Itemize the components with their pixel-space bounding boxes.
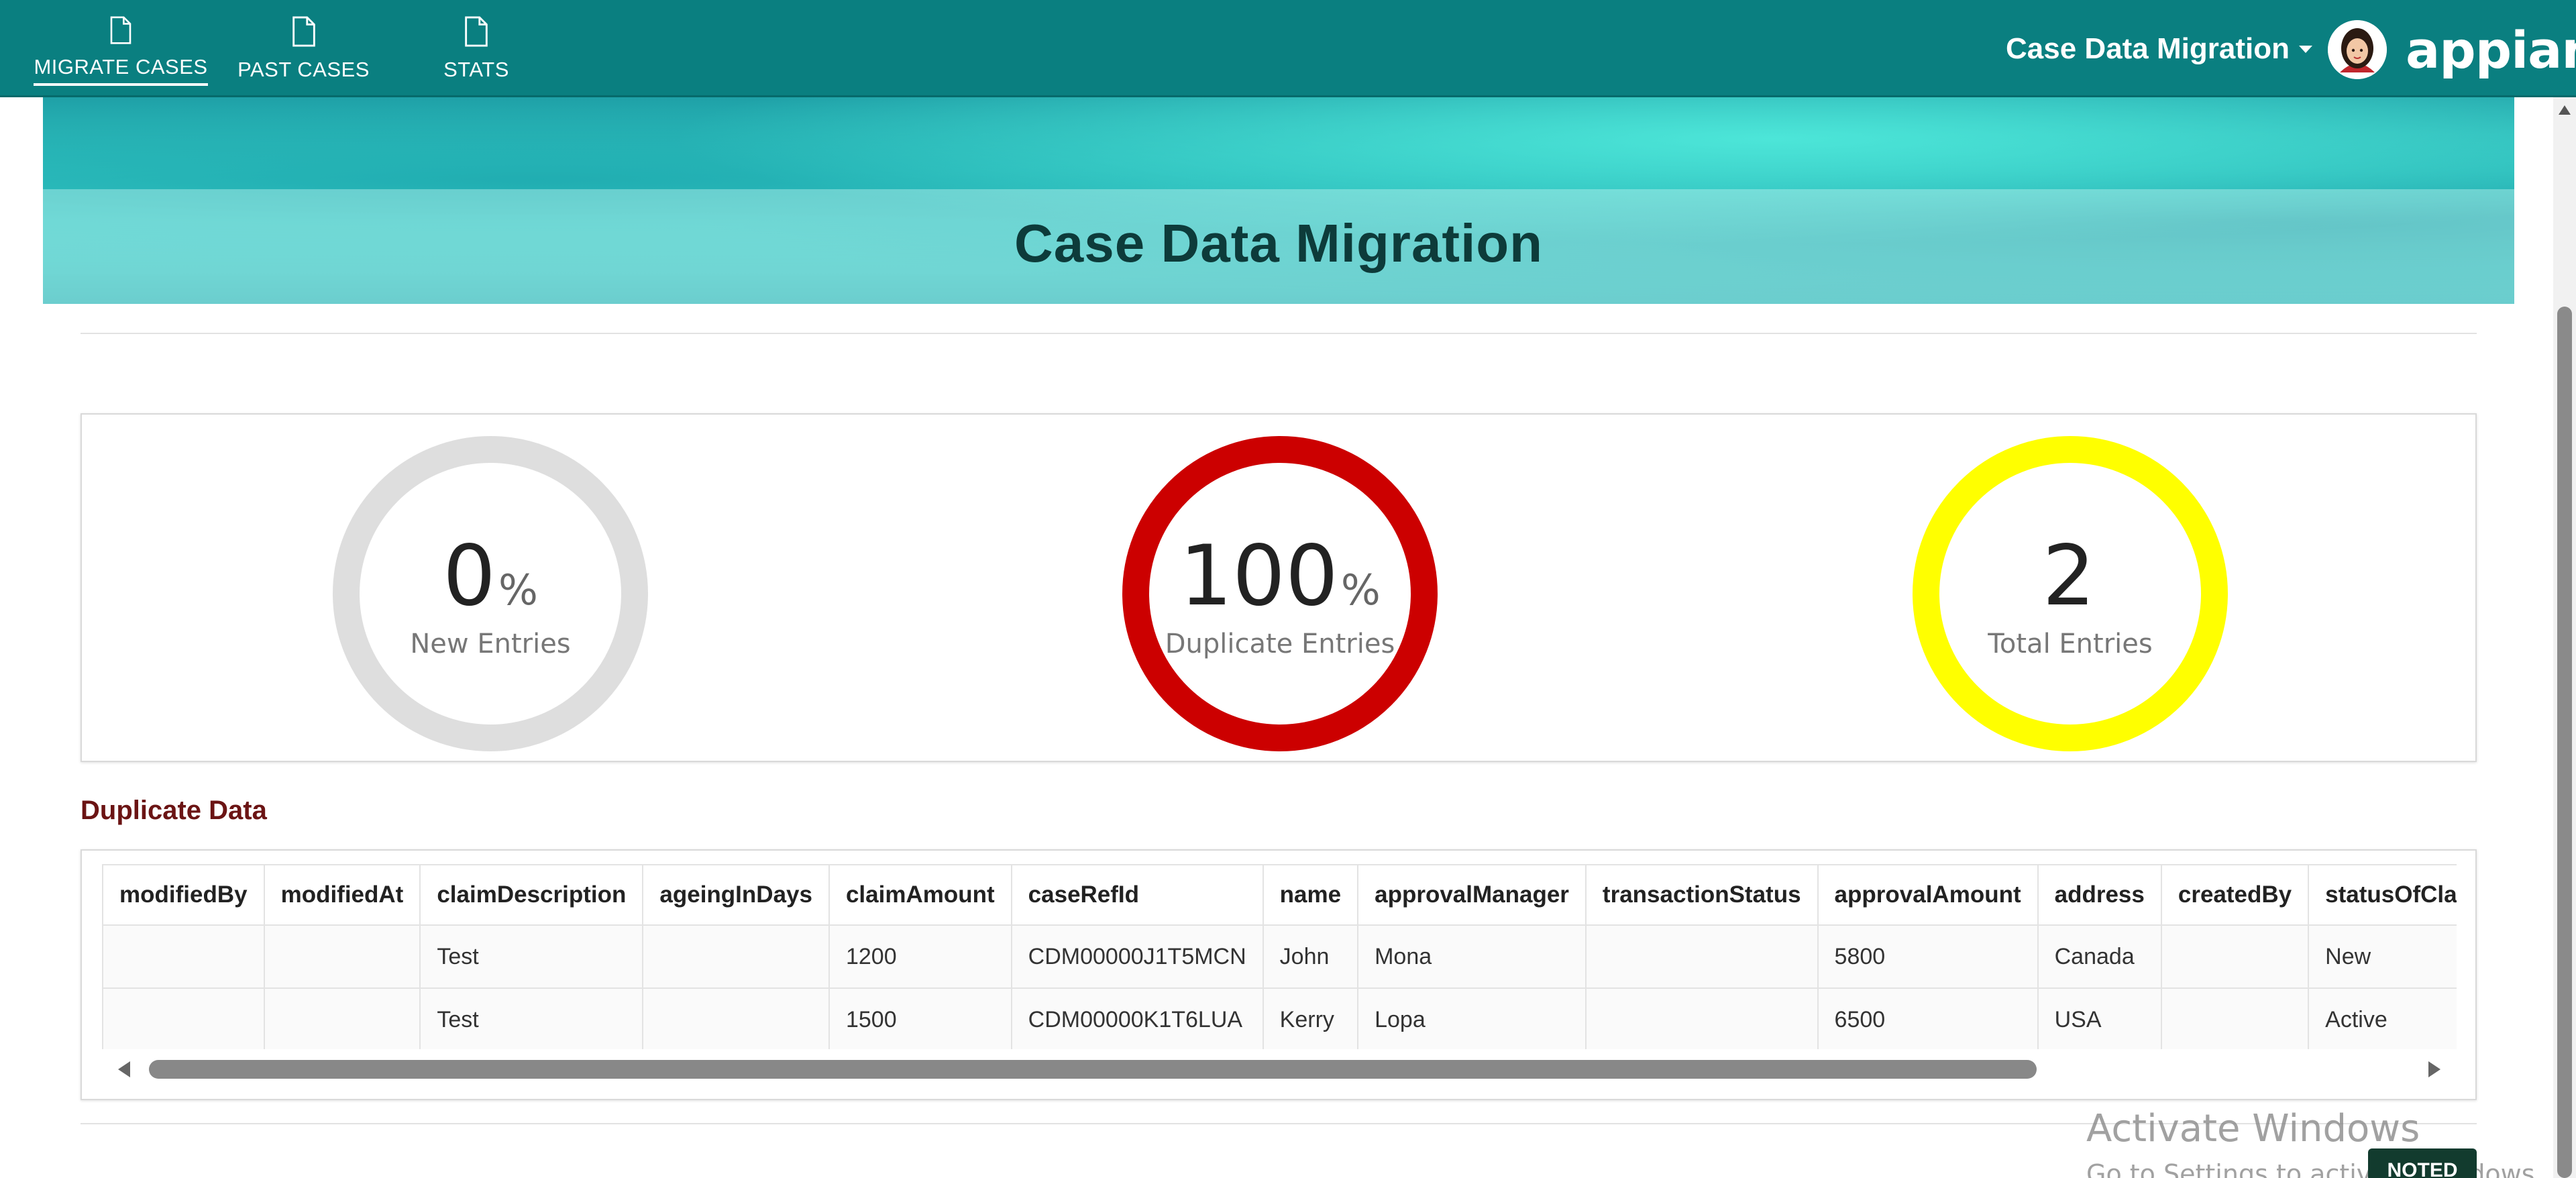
gauge-unit: % (1340, 566, 1381, 614)
tab-label: MIGRATE CASES (34, 55, 208, 86)
user-avatar-icon (2328, 20, 2387, 79)
table-cell: New (2308, 924, 2457, 989)
duplicate-data-grid: modifiedBy modifiedAt claimDescription agei… (80, 849, 2477, 1100)
column-header[interactable]: modifiedAt (263, 864, 421, 926)
column-header[interactable]: approvalManager (1357, 864, 1587, 926)
document-icon (465, 16, 488, 47)
scroll-right-arrow-icon[interactable] (2428, 1061, 2440, 1077)
table-row[interactable]: Test 1500 CDM00000K1T6LUA Kerry Lopa 6500 USA A… (102, 987, 2457, 1049)
table-row[interactable]: Test 1200 CDM00000J1T5MCN John Mona 5800 Canad… (102, 924, 2457, 989)
table-cell (1585, 924, 1819, 989)
gauge-number: 2 (2042, 528, 2096, 625)
app-switcher-label: Case Data Migration (2006, 32, 2290, 65)
table-cell: Active (2308, 987, 2457, 1049)
column-header[interactable]: approvalAmount (1817, 864, 2039, 926)
table-cell (263, 987, 421, 1049)
table-cell (2160, 924, 2310, 989)
table-cell: Test (419, 987, 644, 1049)
table-cell: USA (2037, 987, 2162, 1049)
table-cell: CDM00000K1T6LUA (1010, 987, 1264, 1049)
table-cell: Kerry (1262, 987, 1359, 1049)
noted-button[interactable]: NOTED (2368, 1148, 2477, 1178)
hero-banner: Case Data Migration (43, 97, 2514, 304)
column-header[interactable]: modifiedBy (102, 864, 265, 926)
page-scrollbar-thumb[interactable] (2557, 307, 2572, 1178)
column-header[interactable]: statusOfClaim (2308, 864, 2457, 926)
duplicate-entries-gauge: 100 % Duplicate Entries (1122, 436, 1438, 751)
tab-past-cases[interactable]: PAST CASES (237, 12, 369, 86)
page-title: Case Data Migration (1014, 213, 1544, 273)
activate-windows-watermark: Activate Windows (2086, 1107, 2420, 1150)
gauge-label: Total Entries (1988, 629, 2153, 659)
grid-viewport: modifiedBy modifiedAt claimDescription agei… (102, 864, 2457, 1049)
scrollbar-thumb[interactable] (149, 1060, 2037, 1079)
column-header[interactable]: claimDescription (419, 864, 644, 926)
gauge-number: 0 (443, 528, 496, 625)
gauge-value: 100 % (1179, 535, 1381, 618)
gauge-label: Duplicate Entries (1165, 629, 1395, 659)
gauge-label: New Entries (410, 629, 571, 659)
data-table: modifiedBy modifiedAt claimDescription agei… (102, 864, 2457, 1049)
scroll-left-arrow-icon[interactable] (118, 1061, 130, 1077)
section-heading: Duplicate Data (80, 796, 267, 825)
tab-label: PAST CASES (237, 58, 370, 81)
scroll-up-arrow-icon[interactable] (2559, 105, 2571, 115)
table-cell (642, 924, 830, 989)
table-cell (2160, 987, 2310, 1049)
gauge-unit: % (498, 566, 538, 614)
table-cell: Test (419, 924, 644, 989)
new-entries-gauge: 0 % New Entries (333, 436, 648, 751)
table-body: Test 1200 CDM00000J1T5MCN John Mona 5800 Canad… (102, 924, 2457, 1049)
app-switcher-dropdown[interactable]: Case Data Migration (2006, 32, 2312, 66)
page-scrollbar[interactable] (2553, 97, 2576, 1178)
column-header[interactable]: ageingInDays (642, 864, 830, 926)
tab-label: STATS (443, 58, 509, 81)
gauge-value: 0 % (443, 535, 538, 618)
tab-stats[interactable]: STATS (429, 12, 523, 86)
stats-card: 0 % New Entries 100 % Duplicate Entries … (80, 413, 2477, 762)
table-cell: 1500 (828, 987, 1012, 1049)
table-cell (642, 987, 830, 1049)
app-window: MIGRATE CASES PAST CASES STATS Case Data… (0, 0, 2576, 1178)
horizontal-scrollbar[interactable] (102, 1056, 2457, 1083)
table-cell: 1200 (828, 924, 1012, 989)
column-header[interactable]: caseRefId (1010, 864, 1264, 926)
table-cell: Mona (1357, 924, 1587, 989)
appian-logo: appian (2406, 20, 2576, 80)
table-cell (1585, 987, 1819, 1049)
table-cell: CDM00000J1T5MCN (1010, 924, 1264, 989)
chevron-down-icon (2298, 45, 2312, 53)
table-cell: Canada (2037, 924, 2162, 989)
avatar[interactable] (2328, 20, 2387, 79)
document-icon (110, 16, 131, 44)
top-navigation-bar: MIGRATE CASES PAST CASES STATS Case Data… (0, 0, 2576, 97)
gauge-number: 100 (1179, 528, 1338, 625)
document-icon (292, 16, 315, 47)
divider (80, 333, 2477, 334)
table-cell: Lopa (1357, 987, 1587, 1049)
column-header[interactable]: createdBy (2160, 864, 2310, 926)
total-entries-gauge: 2 Total Entries (1913, 436, 2228, 751)
column-header[interactable]: transactionStatus (1585, 864, 1819, 926)
column-header[interactable]: claimAmount (828, 864, 1012, 926)
column-header[interactable]: address (2037, 864, 2162, 926)
table-cell: John (1262, 924, 1359, 989)
table-header-row: modifiedBy modifiedAt claimDescription agei… (102, 864, 2457, 926)
table-cell: 5800 (1817, 924, 2039, 989)
column-header[interactable]: name (1262, 864, 1359, 926)
table-cell (102, 987, 265, 1049)
gauge-value: 2 (2043, 535, 2098, 618)
tab-migrate-cases[interactable]: MIGRATE CASES (34, 12, 208, 86)
table-cell (102, 924, 265, 989)
table-cell (263, 924, 421, 989)
table-cell: 6500 (1817, 987, 2039, 1049)
